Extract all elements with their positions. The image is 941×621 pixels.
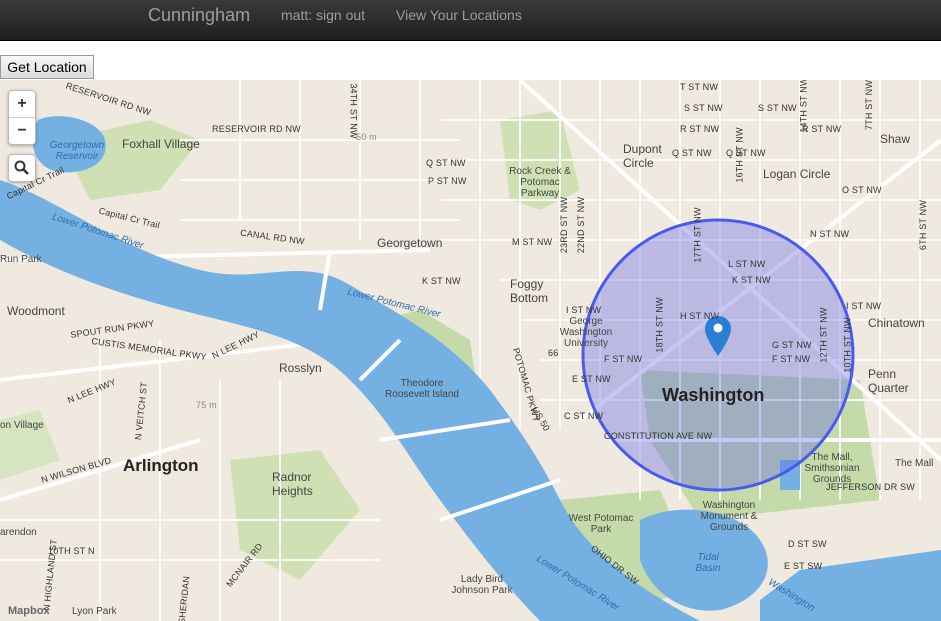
brand-link[interactable]: Cunningham <box>148 5 250 26</box>
label-street: 18TH ST NW <box>654 297 665 353</box>
label-street: D ST SW <box>788 539 827 549</box>
mapbox-attribution[interactable]: Mapbox <box>8 605 50 617</box>
label-street: M ST NW <box>512 237 553 247</box>
label-street: Q ST NW <box>726 148 766 158</box>
label-tidal-basin: Tidal Basin <box>695 552 721 574</box>
label-georgetown-reservoir: Georgetown Reservoir <box>49 140 105 162</box>
label-street: 23RD ST NW <box>559 196 570 254</box>
navbar: Cunningham matt: sign out View Your Loca… <box>0 0 941 41</box>
label-foggy-bottom: Foggy Bottom <box>510 277 549 305</box>
label-street: C ST NW <box>564 411 604 421</box>
label-chinatown: Chinatown <box>868 316 925 330</box>
label-street: CONSTITUTION AVE NW <box>604 431 713 441</box>
label-contour: 75 m <box>196 400 217 410</box>
label-street: I ST NW <box>846 301 882 311</box>
label-gwu: George Washington University <box>559 316 613 349</box>
label-street: RESERVOIR RD NW <box>212 124 301 134</box>
label-street: 14TH ST NW <box>798 80 809 133</box>
label-mall-grounds: The Mall, Smithsonian Grounds <box>804 452 860 485</box>
label-street: 16TH ST NW <box>734 127 745 183</box>
label-street: 22ND ST NW <box>576 196 587 254</box>
zoom-in-button[interactable]: + <box>9 91 35 117</box>
label-penn-quarter: Penn Quarter <box>868 367 909 395</box>
label-street: T ST NW <box>680 82 719 92</box>
label-street: JEFFERSON DR SW <box>826 482 916 492</box>
magnifier-icon <box>14 160 29 175</box>
label-west-potomac-park: West Potomac Park <box>568 513 634 535</box>
label-village: on Village <box>0 420 44 431</box>
label-foxhall-village: Foxhall Village <box>122 137 200 151</box>
label-woodmont: Woodmont <box>7 304 65 318</box>
label-roosevelt-island: Theodore Roosevelt Island <box>385 378 459 400</box>
label-street: K ST NW <box>422 276 461 286</box>
label-street: N ST NW <box>810 229 850 239</box>
label-georgetown: Georgetown <box>377 236 443 250</box>
label-shaw: Shaw <box>880 132 911 146</box>
label-street: 6TH ST NW <box>918 199 929 251</box>
zoom-control: + − <box>8 90 36 145</box>
label-street: Q ST NW <box>672 148 712 158</box>
label-street: S ST NW <box>684 103 723 113</box>
label-street: 7TH ST NW <box>864 80 875 131</box>
label-street: F ST NW <box>772 354 811 364</box>
map-view[interactable]: + − Washington Arlington Georgetown Fogg… <box>0 80 941 621</box>
label-street: 34TH ST NW <box>348 83 359 139</box>
location-marker-icon[interactable] <box>705 316 731 356</box>
label-street: 66 <box>548 348 559 358</box>
label-street: O ST NW <box>842 185 882 195</box>
label-street: 10TH ST NW <box>842 317 853 373</box>
label-street: Q ST NW <box>426 158 466 168</box>
zoom-out-button[interactable]: − <box>9 117 35 144</box>
label-street: E ST NW <box>572 374 611 384</box>
label-dupont-circle: Dupont Circle <box>623 142 662 170</box>
label-street: F ST NW <box>604 354 643 364</box>
label-arlington: Arlington <box>123 456 199 475</box>
label-street: P ST NW <box>428 176 467 186</box>
label-contour: 50 m <box>356 132 377 142</box>
label-logan-circle: Logan Circle <box>763 167 831 181</box>
label-clarendon: arendon <box>0 527 37 538</box>
label-radnor-heights: Radnor Heights <box>272 470 313 498</box>
get-location-button[interactable]: Get Location <box>0 55 94 79</box>
label-street: H ST NW <box>680 311 720 321</box>
label-street: S ST NW <box>758 103 797 113</box>
label-rock-creek-parkway: Rock Creek & Potomac Parkway <box>509 166 571 199</box>
label-lyon-park: Lyon Park <box>72 606 117 617</box>
label-the-mall: The Mall <box>895 458 934 469</box>
label-lady-bird-park: Lady Bird Johnson Park <box>451 574 513 596</box>
label-washington: Washington <box>662 385 765 405</box>
label-run-park: Run Park <box>0 254 42 265</box>
label-street: 17TH ST NW <box>692 207 703 263</box>
view-locations-link[interactable]: View Your Locations <box>396 7 522 23</box>
label-street: L ST NW <box>728 259 766 269</box>
label-street: K ST NW <box>732 275 771 285</box>
label-street: R ST NW <box>680 124 720 134</box>
label-street: I ST NW <box>566 305 602 315</box>
label-street: E ST SW <box>784 561 823 571</box>
label-street: 12TH ST NW <box>818 307 829 363</box>
label-washington-monument: Washington Monument & Grounds <box>700 500 758 533</box>
sign-out-link[interactable]: matt: sign out <box>281 7 365 23</box>
label-rosslyn: Rosslyn <box>279 361 322 375</box>
label-street: G ST NW <box>772 340 812 350</box>
